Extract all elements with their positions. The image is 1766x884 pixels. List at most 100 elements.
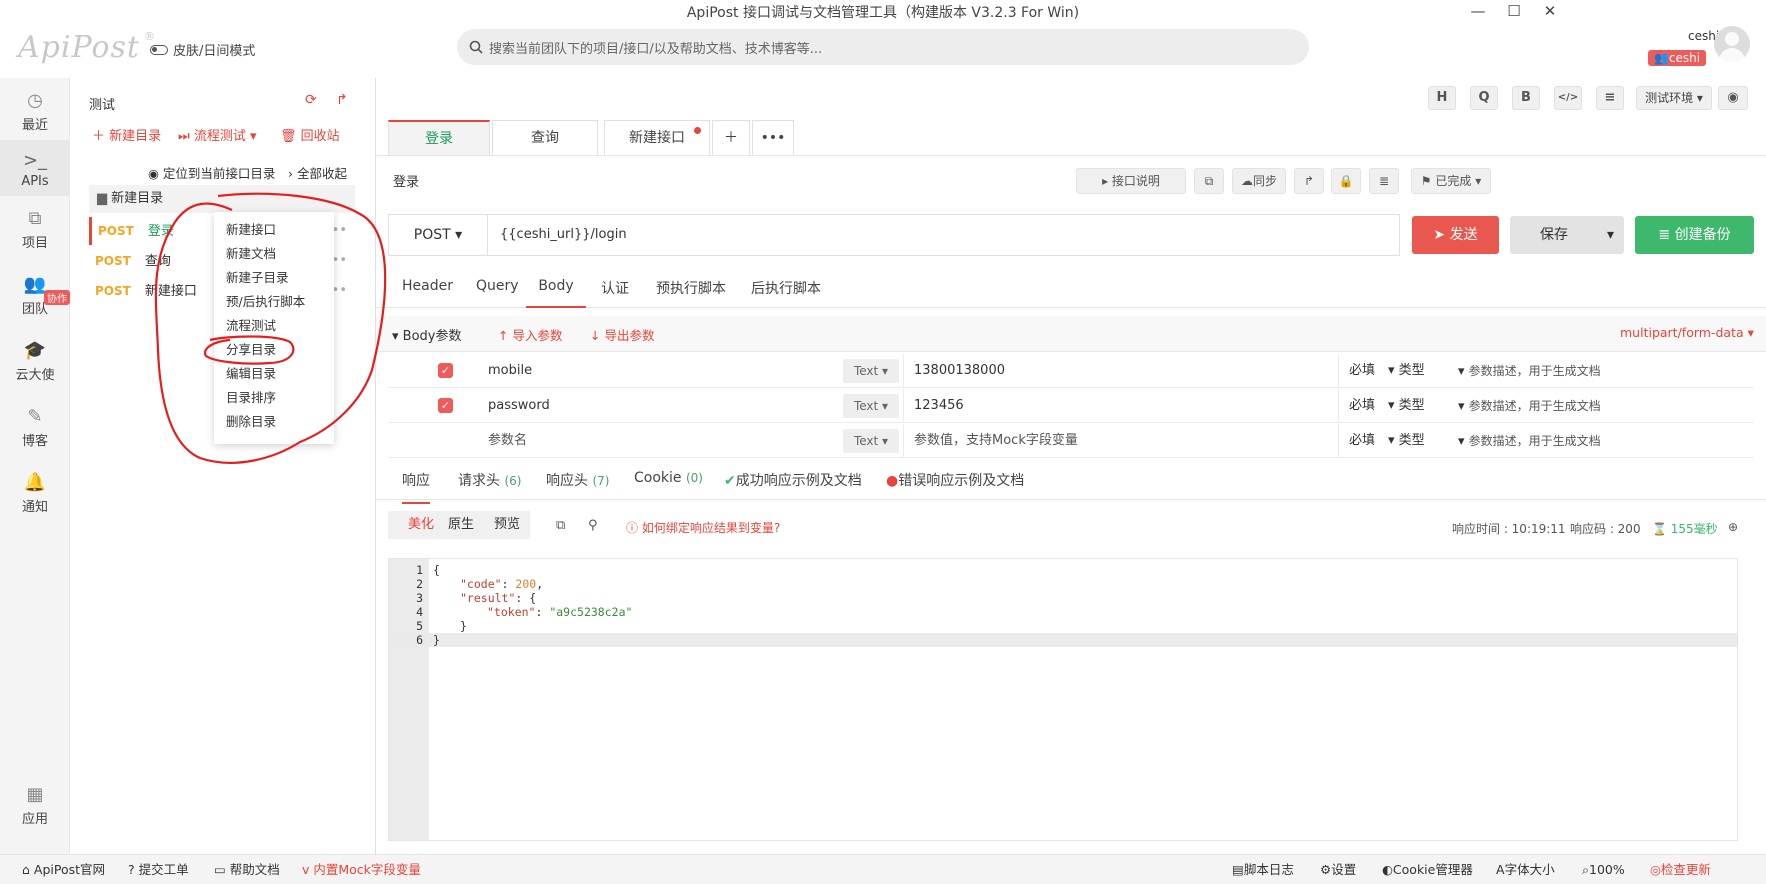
url-input[interactable]: {{ceshi_url}}/login: [488, 214, 1400, 256]
code-line: 3 "result": {: [416, 591, 537, 605]
sliders-button[interactable]: ≡: [1596, 86, 1624, 110]
rail-item-recent[interactable]: ◷ 最近: [0, 90, 70, 133]
tab-request-headers[interactable]: 请求头 (6): [458, 470, 521, 490]
menu-item-new-subfolder[interactable]: 新建子目录: [214, 266, 334, 290]
terminal-icon: >_: [22, 150, 48, 171]
code-button[interactable]: </>: [1554, 86, 1582, 110]
content-type-select[interactable]: multipart/form-data ▾: [1620, 325, 1754, 340]
tab-header[interactable]: Header: [402, 278, 453, 294]
rail-item-apps[interactable]: ▦ 应用: [0, 784, 70, 827]
bell-icon: 🔔: [23, 472, 47, 493]
mock-vars-link[interactable]: v 内置Mock字段变量: [302, 855, 421, 884]
close-icon[interactable]: ✕: [1538, 2, 1562, 20]
format-preview[interactable]: 预览: [494, 511, 520, 539]
response-body-editor[interactable]: 1{ 2 "code": 200, 3 "result": { 4 "token": …: [388, 558, 1738, 841]
bind-variable-help-link[interactable]: ⓘ 如何绑定响应结果到变量?: [626, 519, 780, 536]
add-tab-button[interactable]: ＋: [712, 120, 750, 155]
import-params-button[interactable]: ↑ 导入参数: [498, 325, 562, 344]
rail-item-apis[interactable]: >_ APIs: [0, 140, 70, 196]
share-icon[interactable]: ↱: [1294, 168, 1324, 194]
menu-item-edit-folder[interactable]: 编辑目录: [214, 362, 334, 386]
create-backup-button[interactable]: ≣ 创建备份: [1635, 216, 1754, 254]
param-row: ✓ mobile Text ▾ 13800138000 必填 ▾ 类型 ▾ 参数…: [388, 354, 1754, 388]
settings-button[interactable]: ⚙设置: [1320, 855, 1356, 884]
bold-button[interactable]: B: [1512, 86, 1540, 110]
heading-button[interactable]: H: [1428, 86, 1456, 110]
more-tabs-button[interactable]: •••: [752, 120, 794, 155]
method-select[interactable]: POST ▾: [388, 214, 488, 256]
recycle-bin-button[interactable]: 🗑 回收站: [280, 125, 340, 144]
env-select[interactable]: 测试环境 ▾: [1636, 86, 1712, 110]
skin-mode-toggle[interactable]: 皮肤/日间模式: [150, 40, 255, 59]
new-folder-button[interactable]: ＋ 新建目录: [92, 125, 161, 144]
tab-query[interactable]: 查询: [492, 120, 598, 155]
format-pretty[interactable]: 美化: [408, 511, 434, 539]
tab-auth[interactable]: 认证: [601, 278, 629, 298]
zoom-level[interactable]: ⌕100%: [1582, 855, 1625, 884]
tab-error-example[interactable]: ●错误响应示例及文档: [886, 470, 1024, 490]
status-select[interactable]: ⚑ 已完成 ▾: [1411, 168, 1491, 194]
tab-pre-script[interactable]: 预执行脚本: [656, 278, 726, 298]
tab-post-script[interactable]: 后执行脚本: [751, 278, 821, 298]
rail-item-ambassador[interactable]: 🎓 云大使: [0, 340, 70, 383]
tab-success-example[interactable]: ✔成功响应示例及文档: [724, 470, 862, 490]
save-button[interactable]: 保存 ▾: [1510, 216, 1624, 254]
maximize-icon[interactable]: ☐: [1502, 2, 1526, 20]
font-size-button[interactable]: A字体大小: [1496, 855, 1555, 884]
collapse-all-button[interactable]: › 全部收起: [288, 163, 347, 182]
rail-item-blog[interactable]: ✎ 博客: [0, 406, 70, 449]
menu-item-scripts[interactable]: 预/后执行脚本: [214, 290, 334, 314]
menu-item-flow-test[interactable]: 流程测试: [214, 314, 334, 338]
folder-row[interactable]: ▆ 新建目录: [89, 185, 355, 213]
tab-body[interactable]: Body: [526, 278, 586, 308]
checkbox[interactable]: ✓: [438, 398, 453, 413]
eye-icon[interactable]: ◉: [1718, 86, 1748, 110]
minimize-icon[interactable]: —: [1466, 2, 1490, 20]
refresh-icon[interactable]: ⟳: [305, 92, 317, 108]
tab-query-params[interactable]: Query: [476, 278, 519, 294]
format-toggle-group: 美化 原生 预览: [388, 511, 530, 539]
script-log-button[interactable]: ▤脚本日志: [1232, 855, 1294, 884]
unsaved-dot: [694, 127, 701, 134]
check-update-button[interactable]: ◎检查更新: [1650, 855, 1711, 884]
global-search-input[interactable]: 搜索当前团队下的项目/接口/以及帮助文档、技术博客等...: [457, 29, 1309, 65]
api-doc-button[interactable]: ▸ 接口说明: [1076, 168, 1186, 194]
toggle-icon: [150, 44, 168, 55]
body-params-toggle[interactable]: ▾ Body参数: [392, 325, 462, 344]
download-icon[interactable]: ⊕: [1728, 520, 1738, 534]
tab-response[interactable]: 响应: [402, 470, 430, 504]
send-button[interactable]: ➤ 发送: [1412, 216, 1499, 254]
rail-item-notify[interactable]: 🔔 通知: [0, 472, 70, 515]
search-icon[interactable]: ⚲: [588, 518, 598, 533]
left-rail: ◷ 最近 >_ APIs ⧉ 项目 👥 团队 🎓 云大使 ✎ 博客 🔔 通知 ▦ 应用: [0, 78, 70, 854]
menu-item-share-folder[interactable]: 分享目录: [214, 338, 334, 362]
menu-item-sort-folder[interactable]: 目录排序: [214, 386, 334, 410]
locate-current-button[interactable]: ◉ 定位到当前接口目录: [148, 163, 275, 182]
lock-icon[interactable]: 🔒: [1331, 168, 1361, 194]
checkbox[interactable]: ✓: [438, 363, 453, 378]
rail-item-project[interactable]: ⧉ 项目: [0, 208, 70, 251]
menu-item-delete-folder[interactable]: 删除目录: [214, 410, 334, 434]
format-raw[interactable]: 原生: [448, 511, 474, 539]
share-icon[interactable]: ↱: [336, 92, 348, 108]
sync-button[interactable]: ☁同步: [1232, 168, 1286, 194]
tab-new-api[interactable]: 新建接口: [604, 120, 710, 155]
tab-login[interactable]: 登录: [388, 120, 490, 155]
cookie-manager-button[interactable]: ◐Cookie管理器: [1382, 855, 1473, 884]
flow-test-button[interactable]: ⏭ 流程测试 ▾: [178, 125, 257, 144]
help-docs-link[interactable]: ▭ 帮助文档: [214, 855, 280, 884]
tab-response-headers[interactable]: 响应头 (7): [546, 470, 609, 490]
database-icon[interactable]: ≣: [1369, 168, 1399, 194]
official-site-link[interactable]: ⌂ ApiPost官网: [22, 855, 105, 884]
menu-item-new-doc[interactable]: 新建文档: [214, 242, 334, 266]
team-badge[interactable]: 👥ceshi: [1648, 50, 1707, 66]
menu-item-new-api[interactable]: 新建接口: [214, 218, 334, 242]
app-logo: ApiPost ®: [18, 30, 156, 65]
export-params-button[interactable]: ↓ 导出参数: [590, 325, 654, 344]
submit-ticket-link[interactable]: ? 提交工单: [128, 855, 189, 884]
copy-icon[interactable]: ⧉: [556, 518, 565, 533]
tab-cookie[interactable]: Cookie (0): [634, 470, 703, 486]
copy-icon[interactable]: ⧉: [1194, 168, 1224, 194]
avatar[interactable]: [1714, 26, 1750, 62]
quote-button[interactable]: Q: [1470, 86, 1498, 110]
